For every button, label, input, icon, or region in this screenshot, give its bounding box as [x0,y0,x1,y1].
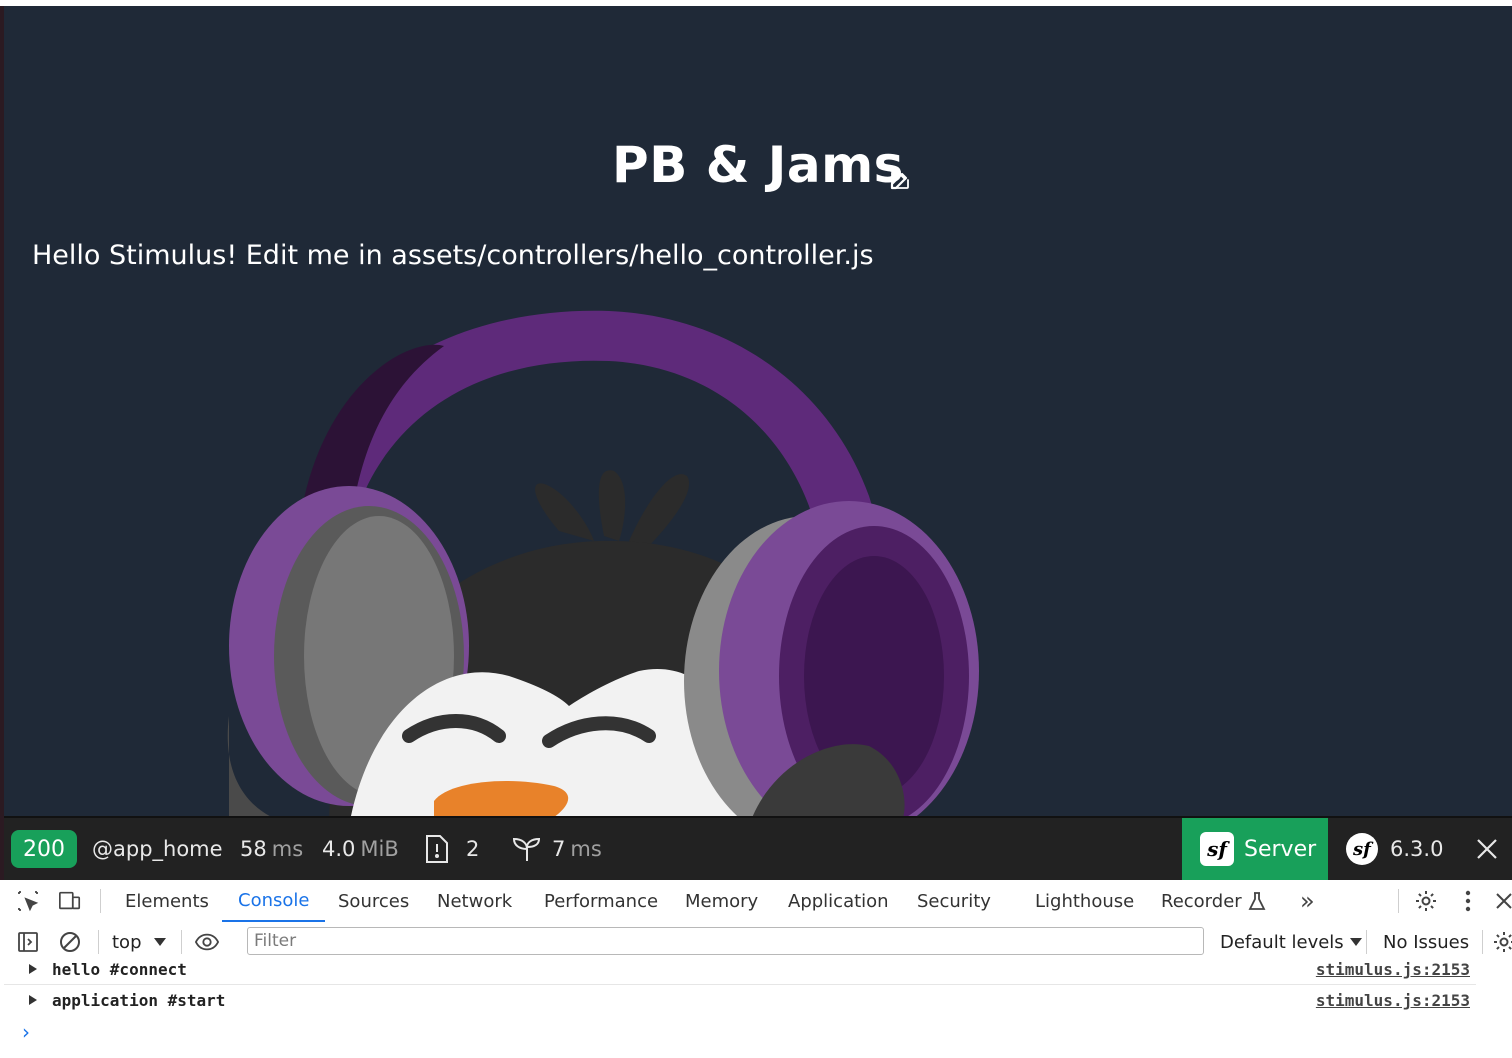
title-row: PB & Jams [4,136,1512,194]
filter-separator [1482,930,1483,954]
tab-memory[interactable]: Memory [685,880,758,922]
file-icon [426,835,448,863]
route-name: @app_home [92,837,223,861]
page-title: PB & Jams [612,136,904,194]
flask-icon [1248,892,1266,910]
kebab-icon [1465,890,1471,912]
tab-label: Network [437,890,513,912]
live-expression-button[interactable] [195,930,219,954]
device-toolbar-button[interactable] [58,889,82,913]
expand-arrow-icon[interactable] [29,995,37,1005]
eye-icon [195,933,219,951]
memory-value: 4.0 [322,837,356,861]
device-icon [59,891,81,910]
chevron-down-icon [1349,938,1362,946]
edit-icon [890,171,909,190]
log-entry[interactable]: hello #connect stimulus.js:2153 [4,954,1476,985]
hello-message: Hello Stimulus! Edit me in assets/contro… [32,240,874,271]
status-badge[interactable]: 200 [11,830,77,868]
tab-lighthouse[interactable]: Lighthouse [1035,880,1134,922]
tab-label: Performance [544,890,659,912]
tab-sources[interactable]: Sources [338,880,409,922]
context-value: top [112,931,142,953]
clear-icon [60,932,80,952]
more-tabs-button[interactable]: » [1300,880,1315,922]
console-prompt[interactable]: › [22,1020,30,1044]
server-button[interactable]: sf Server [1182,818,1328,880]
twig-unit: ms [570,837,602,861]
tab-label: Security [917,890,991,912]
twig-item[interactable]: 7 ms [512,818,602,880]
tab-separator [100,889,101,913]
version-item[interactable]: sf 6.3.0 [1346,818,1443,880]
twig-value: 7 [552,837,566,861]
tab-security[interactable]: Security [917,880,991,922]
tab-label: Recorder [1161,890,1242,912]
filter-separator [181,930,182,954]
log-source-link[interactable]: stimulus.js:2153 [1316,960,1470,979]
gear-icon [1494,932,1512,952]
log-source-link[interactable]: stimulus.js:2153 [1316,991,1470,1010]
symfony-profiler-toolbar: 200 @app_home 58 ms 4.0 MiB 2 7 ms sf Se… [4,816,1512,880]
more-options-button[interactable] [1456,889,1480,913]
chevron-down-icon [153,938,166,946]
tab-label: Lighthouse [1035,890,1135,912]
settings-button[interactable] [1414,889,1438,913]
tab-label: Elements [125,890,209,912]
log-message: hello #connect [52,959,187,979]
devtools-tab-bar: Elements Console Sources Network Perform… [4,880,1512,923]
time-item[interactable]: 58 ms [240,818,303,880]
console-settings-button[interactable] [1492,930,1512,954]
tab-network[interactable]: Network [437,880,512,922]
filter-separator [98,930,99,954]
route-item[interactable]: @app_home [92,818,223,880]
close-toolbar-button[interactable] [1476,818,1498,880]
filter-separator [1366,930,1367,954]
issues-label: No Issues [1383,931,1470,953]
console-output: hello #connect stimulus.js:2153 applicat… [4,960,1512,1058]
log-entry[interactable]: application #start stimulus.js:2153 [4,985,1476,1015]
close-icon [1496,893,1512,909]
tab-separator [1398,889,1399,913]
tab-console[interactable]: Console [222,880,326,922]
log-levels-value: Default levels [1220,931,1344,953]
symfony-round-icon: sf [1346,833,1378,865]
tab-label: Console [238,889,310,911]
tab-label: Sources [338,890,410,912]
logs-item[interactable]: 2 [424,818,479,880]
sidebar-icon [18,932,38,952]
memory-unit: MiB [360,837,399,861]
close-devtools-button[interactable] [1492,889,1512,913]
tab-label: Application [788,890,889,912]
log-message: application #start [52,990,226,1010]
tab-recorder[interactable]: Recorder [1161,880,1266,922]
close-icon [1477,839,1497,859]
tab-performance[interactable]: Performance [544,880,658,922]
tab-elements[interactable]: Elements [125,880,209,922]
symfony-version: 6.3.0 [1390,837,1444,861]
logs-count: 2 [466,837,480,861]
expand-arrow-icon[interactable] [29,964,37,974]
gear-icon [1416,891,1436,911]
sprout-icon [512,837,541,861]
inspect-element-button[interactable] [16,889,40,913]
time-unit: ms [271,837,304,861]
clear-console-button[interactable] [58,930,82,954]
edit-title-button[interactable] [888,168,912,192]
web-page: PB & Jams Hello Stimulus! Edit me in ass… [4,6,1512,816]
inspect-icon [18,891,39,912]
show-sidebar-button[interactable] [16,930,40,954]
time-value: 58 [240,837,267,861]
server-label: Server [1244,836,1317,862]
symfony-icon: sf [1200,832,1234,866]
filter-input[interactable] [247,927,1204,955]
memory-item[interactable]: 4.0 MiB [322,818,399,880]
penguin-headphones-illustration [227,310,979,816]
more-tabs-glyph: » [1300,887,1315,915]
tab-application[interactable]: Application [788,880,889,922]
tab-label: Memory [685,890,759,912]
